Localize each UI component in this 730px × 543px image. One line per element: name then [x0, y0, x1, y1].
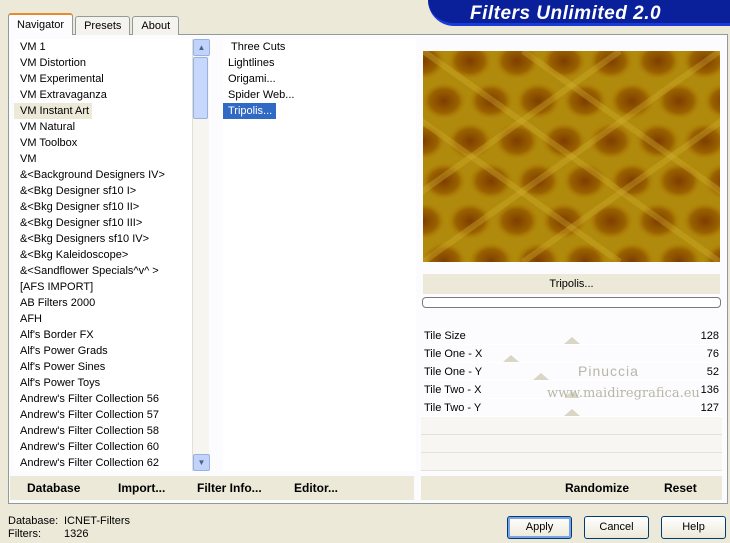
category-item[interactable]: Alf's Border FX — [14, 327, 209, 343]
category-item[interactable]: VM 1 — [14, 39, 209, 55]
chevron-down-icon: ▼ — [197, 458, 206, 467]
tab-presets[interactable]: Presets — [75, 16, 131, 35]
param-empty-row — [421, 453, 722, 471]
category-item[interactable]: Alf's Power Grads — [14, 343, 209, 359]
filter-item[interactable]: Spider Web... — [223, 87, 416, 103]
category-list[interactable]: VM 1 VM Distortion VM Experimental VM Extra… — [14, 39, 209, 471]
slider-handle[interactable] — [503, 355, 519, 362]
filter-item-label: Tripolis... — [228, 105, 273, 117]
filter-name-label: Tripolis... — [423, 274, 720, 294]
category-item[interactable]: &<Bkg Kaleidoscope> — [14, 247, 209, 263]
category-item[interactable]: AB Filters 2000 — [14, 295, 209, 311]
randomize-button[interactable]: Randomize — [565, 481, 629, 495]
reset-button[interactable]: Reset — [664, 481, 697, 495]
scroll-down-button[interactable]: ▼ — [193, 454, 210, 471]
tab-bar: Navigator Presets About — [8, 13, 181, 35]
preview-image — [423, 51, 720, 262]
filter-item-label: Three Cuts — [231, 41, 286, 53]
category-item[interactable]: VM Experimental — [14, 71, 209, 87]
param-empty-row — [421, 417, 722, 435]
param-slider-row[interactable]: Tile Size 128 — [421, 327, 722, 345]
category-item[interactable]: VM Toolbox — [14, 135, 209, 151]
database-value: ICNET-Filters — [64, 515, 130, 527]
editor-button[interactable]: Editor... — [294, 481, 338, 495]
status-info: Database: ICNET-Filters Filters: 1326 — [8, 515, 130, 541]
tab-about[interactable]: About — [132, 16, 180, 35]
filters-label: Filters: — [8, 528, 41, 540]
filter-item-label: Origami... — [228, 73, 276, 85]
filter-item[interactable]: Lightlines — [223, 55, 416, 71]
scroll-thumb[interactable] — [193, 57, 208, 119]
category-item[interactable]: &<Sandflower Specials^v^ > — [14, 263, 209, 279]
category-item[interactable]: &<Background Designers IV> — [14, 167, 209, 183]
category-item[interactable]: Alf's Power Sines — [14, 359, 209, 375]
import-button[interactable]: Import... — [118, 481, 165, 495]
param-empty-row — [421, 435, 722, 453]
param-value: 52 — [706, 366, 719, 378]
database-button[interactable]: Database — [27, 481, 80, 495]
category-item[interactable]: &<Bkg Designer sf10 III> — [14, 215, 209, 231]
category-item[interactable]: VM — [14, 151, 209, 167]
category-item[interactable]: Andrew's Filter Collection 56 — [14, 391, 209, 407]
slider-handle[interactable] — [533, 373, 549, 380]
watermark-text: Pinuccia — [578, 363, 639, 379]
param-label: Tile One - X — [424, 348, 483, 360]
category-item[interactable]: &<Bkg Designers sf10 IV> — [14, 231, 209, 247]
tab-navigator[interactable]: Navigator — [8, 13, 74, 35]
filter-item[interactable]: Origami... — [223, 71, 416, 87]
param-slider-row[interactable]: Tile Two - Y 127 — [421, 399, 722, 417]
param-value: 76 — [706, 348, 719, 360]
param-value: 136 — [700, 384, 719, 396]
param-value: 128 — [700, 330, 719, 342]
category-item[interactable]: VM Natural — [14, 119, 209, 135]
category-item[interactable]: Andrew's Filter Collection 57 — [14, 407, 209, 423]
filter-list[interactable]: Three Cuts Lightlines Origami... Spider Web… — [223, 39, 416, 471]
progress-bar — [422, 297, 721, 308]
slider-handle[interactable] — [564, 409, 580, 416]
filter-item-label: Lightlines — [228, 57, 275, 69]
app-title: Filters Unlimited 2.0 — [470, 3, 662, 24]
chevron-up-icon: ▲ — [197, 43, 206, 52]
help-button[interactable]: Help — [661, 516, 726, 539]
filter-item-label: Spider Web... — [228, 89, 295, 101]
param-label: Tile Two - Y — [424, 402, 482, 414]
category-item[interactable]: AFH — [14, 311, 209, 327]
filter-info-button[interactable]: Filter Info... — [197, 481, 262, 495]
category-item[interactable]: VM Instant Art — [14, 103, 92, 119]
param-label: Tile One - Y — [424, 366, 483, 378]
scroll-up-button[interactable]: ▲ — [193, 39, 210, 56]
category-item[interactable]: [AFS IMPORT] — [14, 279, 209, 295]
filter-item[interactable]: Tripolis... — [223, 103, 277, 119]
category-item[interactable]: Alf's Power Toys — [14, 375, 209, 391]
param-label: Tile Two - X — [424, 384, 482, 396]
category-item[interactable]: &<Bkg Designer sf10 II> — [14, 199, 209, 215]
filters-count: 1326 — [64, 528, 89, 540]
filter-item[interactable]: Three Cuts — [223, 39, 416, 55]
category-item[interactable]: Andrew's Filter Collection 58 — [14, 423, 209, 439]
param-slider-row[interactable]: Tile One - X 76 — [421, 345, 722, 363]
param-label: Tile Size — [424, 330, 466, 342]
category-item[interactable]: &<Bkg Designer sf10 I> — [14, 183, 209, 199]
param-value: 127 — [700, 402, 719, 414]
database-label: Database: — [8, 515, 59, 527]
category-item[interactable]: VM Extravaganza — [14, 87, 209, 103]
cancel-button[interactable]: Cancel — [584, 516, 649, 539]
watermark-url: www.maidiregrafica.eu — [547, 386, 700, 401]
apply-button[interactable]: Apply — [507, 516, 572, 539]
category-item[interactable]: Andrew's Filter Collection 62 — [14, 455, 209, 471]
category-item[interactable]: VM Distortion — [14, 55, 209, 71]
param-slider-row[interactable]: Tile One - Y 52 — [421, 363, 722, 381]
category-item[interactable]: Andrew's Filter Collection 60 — [14, 439, 209, 455]
slider-handle[interactable] — [564, 337, 580, 344]
